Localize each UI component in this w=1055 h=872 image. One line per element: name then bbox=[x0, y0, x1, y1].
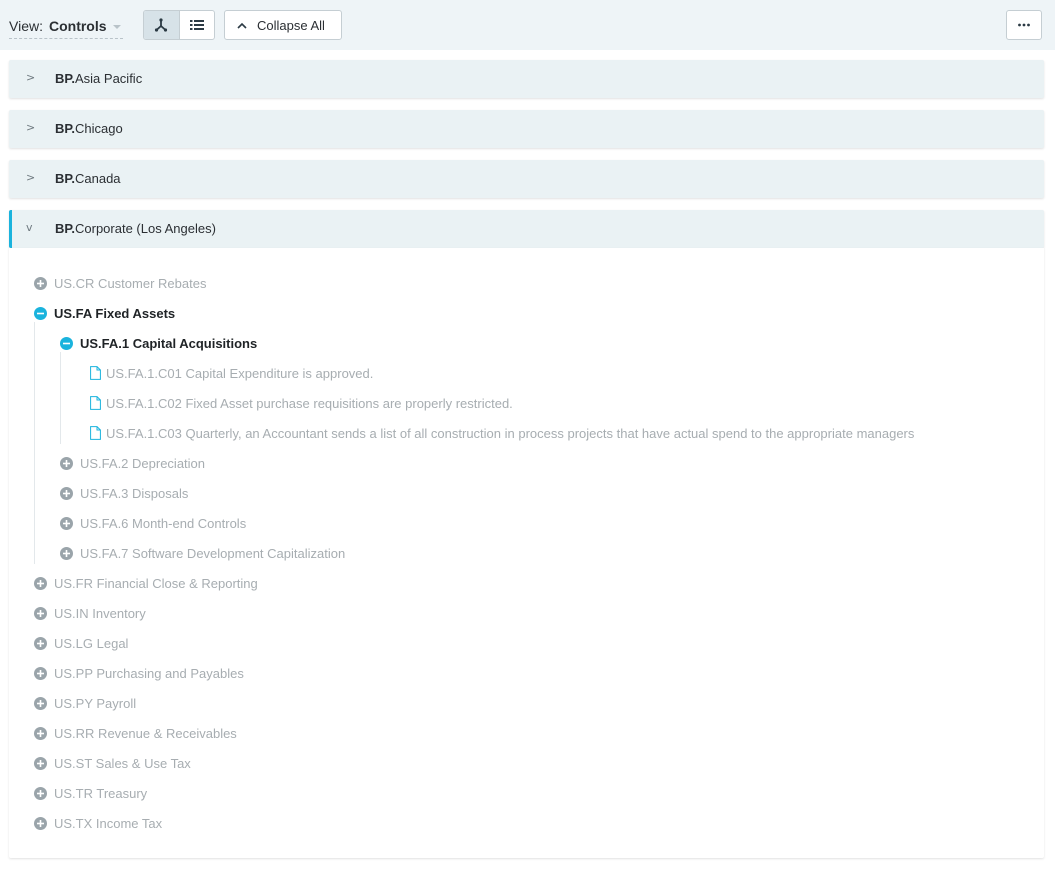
tree-item-label: US.LG Legal bbox=[54, 635, 129, 651]
tree-item-label: US.CR Customer Rebates bbox=[54, 275, 207, 291]
more-options-button[interactable] bbox=[1006, 10, 1042, 40]
control-item-label: US.FA.1.C01 Capital Expenditure is appro… bbox=[106, 365, 374, 381]
expand-plus-icon bbox=[60, 456, 73, 470]
tree-item-us-py[interactable]: US.PY Payroll bbox=[34, 693, 136, 713]
ellipsis-icon bbox=[1018, 23, 1030, 27]
expand-plus-icon bbox=[60, 546, 73, 560]
tree-item-label: US.IN Inventory bbox=[54, 605, 146, 621]
tree-item-label: US.FA.1 Capital Acquisitions bbox=[80, 335, 258, 351]
tree-item-us-lg[interactable]: US.LG Legal bbox=[34, 633, 128, 653]
expand-plus-icon bbox=[34, 276, 47, 290]
tree-item-label: US.FA Fixed Assets bbox=[54, 305, 176, 321]
document-icon bbox=[90, 366, 101, 380]
tree-item-us-fa-7[interactable]: US.FA.7 Software Development Capitalizat… bbox=[60, 543, 345, 563]
tree-item-label: US.PP Purchasing and Payables bbox=[54, 665, 244, 681]
expand-plus-icon bbox=[34, 636, 47, 650]
tree-item-us-tx[interactable]: US.TX Income Tax bbox=[34, 813, 162, 833]
expand-plus-icon bbox=[34, 726, 47, 740]
tree-item-label: US.TX Income Tax bbox=[54, 815, 163, 831]
tree-item-us-fr[interactable]: US.FR Financial Close & Reporting bbox=[34, 573, 258, 593]
control-item-label: US.FA.1.C02 Fixed Asset purchase requisi… bbox=[106, 395, 513, 411]
tree-item-us-fa-3[interactable]: US.FA.3 Disposals bbox=[60, 483, 188, 503]
expand-plus-icon bbox=[60, 516, 73, 530]
tree-item-us-fa-1[interactable]: US.FA.1 Capital Acquisitions bbox=[60, 333, 257, 353]
chevron-up-icon bbox=[237, 22, 247, 29]
tree-item-us-fa[interactable]: US.FA Fixed Assets bbox=[34, 303, 175, 323]
group-label: BP.Corporate (Los Angeles) bbox=[55, 221, 216, 236]
expand-plus-icon bbox=[60, 486, 73, 500]
tree-item-us-cr[interactable]: US.CR Customer Rebates bbox=[34, 273, 206, 293]
view-mode-toggle bbox=[143, 10, 215, 40]
view-select[interactable]: View: Controls bbox=[9, 14, 123, 39]
tree-item-label: US.TR Treasury bbox=[54, 785, 148, 801]
expand-plus-icon bbox=[34, 756, 47, 770]
collapse-minus-icon bbox=[60, 336, 73, 350]
expand-plus-icon bbox=[34, 576, 47, 590]
group-corporate-los-angeles[interactable]: v BP.Corporate (Los Angeles) bbox=[9, 210, 1044, 248]
control-item-us-fa-1-c01[interactable]: US.FA.1.C01 Capital Expenditure is appro… bbox=[90, 363, 373, 383]
tree-guide-line bbox=[34, 322, 35, 564]
toolbar: View: Controls Collapse All bbox=[0, 0, 1055, 50]
collapse-all-button[interactable]: Collapse All bbox=[224, 10, 342, 40]
document-icon bbox=[90, 396, 101, 410]
expand-plus-icon bbox=[34, 666, 47, 680]
group-chicago[interactable]: > BP.Chicago bbox=[9, 110, 1044, 148]
tree-view-button[interactable] bbox=[144, 11, 179, 39]
tree-item-label: US.FA.7 Software Development Capitalizat… bbox=[80, 545, 346, 561]
control-item-label: US.FA.1.C03 Quarterly, an Accountant sen… bbox=[106, 425, 915, 441]
view-label: View: bbox=[9, 18, 43, 34]
collapse-minus-icon bbox=[34, 306, 47, 320]
tree-item-us-fa-2[interactable]: US.FA.2 Depreciation bbox=[60, 453, 205, 473]
tree-item-us-fa-6[interactable]: US.FA.6 Month-end Controls bbox=[60, 513, 246, 533]
expand-plus-icon bbox=[34, 816, 47, 830]
view-value: Controls bbox=[48, 18, 107, 34]
chevron-right-icon: > bbox=[26, 171, 36, 184]
control-item-us-fa-1-c02[interactable]: US.FA.1.C02 Fixed Asset purchase requisi… bbox=[90, 393, 513, 413]
tree-item-label: US.FA.2 Depreciation bbox=[80, 455, 206, 471]
tree-item-us-st[interactable]: US.ST Sales & Use Tax bbox=[34, 753, 191, 773]
tree-item-us-in[interactable]: US.IN Inventory bbox=[34, 603, 146, 623]
expand-plus-icon bbox=[34, 696, 47, 710]
hierarchy-icon bbox=[155, 18, 168, 32]
collapse-all-label: Collapse All bbox=[257, 17, 325, 33]
chevron-right-icon: > bbox=[26, 71, 36, 84]
tree-guide-line bbox=[60, 352, 61, 444]
expand-plus-icon bbox=[34, 786, 47, 800]
tree-item-us-rr[interactable]: US.RR Revenue & Receivables bbox=[34, 723, 237, 743]
control-item-us-fa-1-c03[interactable]: US.FA.1.C03 Quarterly, an Accountant sen… bbox=[90, 423, 914, 443]
group-asia-pacific[interactable]: > BP.Asia Pacific bbox=[9, 60, 1044, 98]
group-label: BP.Canada bbox=[55, 171, 121, 186]
tree-item-label: US.PY Payroll bbox=[54, 695, 137, 711]
document-icon bbox=[90, 426, 101, 440]
group-canada[interactable]: > BP.Canada bbox=[9, 160, 1044, 198]
group-label: BP.Chicago bbox=[55, 121, 123, 136]
tree-item-us-tr[interactable]: US.TR Treasury bbox=[34, 783, 147, 803]
list-view-button[interactable] bbox=[178, 11, 215, 39]
expand-plus-icon bbox=[34, 606, 47, 620]
tree-item-label: US.ST Sales & Use Tax bbox=[54, 755, 191, 771]
tree-item-label: US.FR Financial Close & Reporting bbox=[54, 575, 258, 591]
chevron-right-icon: > bbox=[26, 121, 36, 134]
tree-item-label: US.RR Revenue & Receivables bbox=[54, 725, 237, 741]
tree-item-label: US.FA.3 Disposals bbox=[80, 485, 189, 501]
chevron-down-icon: v bbox=[26, 221, 33, 234]
list-icon bbox=[189, 20, 204, 30]
tree-item-label: US.FA.6 Month-end Controls bbox=[80, 515, 247, 531]
caret-down-icon bbox=[112, 25, 121, 29]
tree-item-us-pp[interactable]: US.PP Purchasing and Payables bbox=[34, 663, 244, 683]
group-label: BP.Asia Pacific bbox=[55, 71, 143, 86]
